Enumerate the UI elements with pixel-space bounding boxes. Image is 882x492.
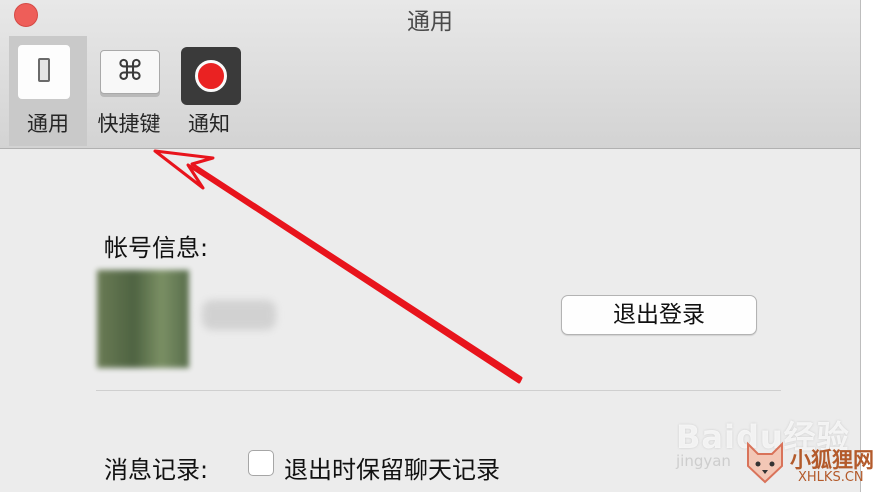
watermark-domain: XHLKS.CN bbox=[798, 470, 864, 485]
keep-history-checkbox[interactable] bbox=[248, 450, 274, 476]
username-blurred bbox=[202, 300, 276, 330]
background-window-edge bbox=[860, 0, 882, 492]
titlebar: 通用 通用 ⌘ 快捷键 通知 bbox=[0, 0, 860, 149]
tab-general-label: 通用 bbox=[27, 112, 69, 136]
record-dot-icon bbox=[181, 47, 241, 105]
tab-notifications[interactable]: 通知 bbox=[170, 36, 248, 146]
tab-shortcuts-label: 快捷键 bbox=[97, 112, 161, 136]
watermark-subtext: jingyan bbox=[676, 452, 731, 470]
logout-button[interactable]: 退出登录 bbox=[561, 295, 757, 335]
avatar bbox=[97, 270, 189, 368]
keep-history-label[interactable]: 退出时保留聊天记录 bbox=[284, 450, 500, 485]
tab-general[interactable]: 通用 bbox=[9, 36, 87, 146]
command-key-icon: ⌘ bbox=[100, 50, 160, 94]
tab-shortcuts[interactable]: ⌘ 快捷键 bbox=[90, 36, 168, 146]
fox-logo-icon bbox=[747, 441, 783, 484]
separator bbox=[96, 390, 781, 391]
toggle-switch-icon bbox=[17, 44, 71, 100]
window-title: 通用 bbox=[407, 9, 453, 35]
account-info-label: 帐号信息: bbox=[104, 234, 209, 262]
message-history-label: 消息记录: bbox=[104, 456, 209, 484]
tab-notifications-label: 通知 bbox=[188, 112, 230, 136]
